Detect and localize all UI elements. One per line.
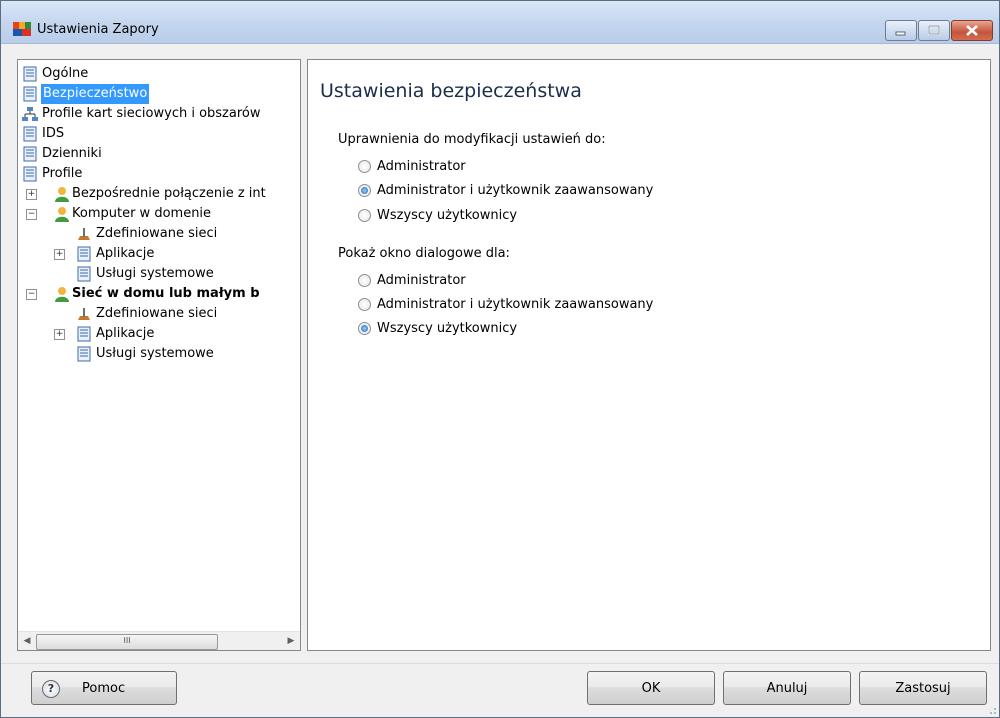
maximize-icon bbox=[928, 25, 940, 35]
close-button[interactable] bbox=[951, 20, 993, 41]
radio-button[interactable] bbox=[358, 273, 371, 287]
document-icon bbox=[23, 166, 37, 182]
collapse-toggle[interactable]: − bbox=[26, 209, 37, 220]
horizontal-scrollbar[interactable]: ◀ III ▶ bbox=[18, 631, 300, 650]
scrollbar-thumb[interactable]: III bbox=[36, 634, 218, 650]
modify-radio-all-users[interactable]: Wszyscy użytkownicy bbox=[358, 205, 517, 225]
document-icon bbox=[23, 146, 37, 162]
scroll-right-icon[interactable]: ▶ bbox=[282, 632, 300, 650]
modify-permissions-label: Uprawnienia do modyfikacji ustawień do: bbox=[338, 132, 606, 147]
document-icon bbox=[77, 246, 91, 262]
dialog-radio-administrator[interactable]: Administrator bbox=[358, 270, 466, 290]
modify-radio-admin-advanced[interactable]: Administrator i użytkownik zaawansowany bbox=[358, 180, 653, 200]
network-icon bbox=[22, 107, 38, 121]
document-icon bbox=[77, 346, 91, 362]
minimize-button[interactable] bbox=[885, 20, 917, 41]
avg-logo-icon bbox=[13, 22, 31, 36]
maximize-button[interactable] bbox=[918, 20, 950, 41]
panel-title: Ustawienia bezpieczeństwa bbox=[320, 80, 582, 102]
user-icon bbox=[55, 207, 69, 222]
dialog-radio-all-users[interactable]: Wszyscy użytkownicy bbox=[358, 318, 517, 338]
minimize-icon bbox=[895, 31, 906, 36]
close-icon bbox=[966, 25, 978, 36]
network-settings-icon bbox=[78, 308, 90, 320]
document-icon bbox=[23, 86, 37, 102]
expand-toggle[interactable]: + bbox=[54, 249, 65, 260]
expand-toggle[interactable]: + bbox=[54, 329, 65, 340]
apply-button[interactable]: Zastosuj bbox=[859, 671, 987, 705]
document-icon bbox=[77, 266, 91, 282]
scroll-left-icon[interactable]: ◀ bbox=[18, 632, 36, 650]
user-icon bbox=[55, 187, 69, 202]
settings-panel: Ustawienia bezpieczeństwa Uprawnienia do… bbox=[307, 59, 991, 651]
radio-button-selected[interactable] bbox=[358, 321, 371, 335]
collapse-toggle[interactable]: − bbox=[26, 289, 37, 300]
modify-radio-administrator[interactable]: Administrator bbox=[358, 156, 466, 176]
expand-toggle[interactable]: + bbox=[26, 189, 37, 200]
ok-button[interactable]: OK bbox=[587, 671, 715, 705]
resize-grip-icon[interactable] bbox=[987, 705, 997, 715]
title-bar[interactable]: Ustawienia Zapory bbox=[1, 1, 999, 44]
document-icon bbox=[23, 66, 37, 82]
settings-tree[interactable]: Ogólne Bezpieczeństwo Profile kart sieci… bbox=[17, 59, 301, 651]
radio-button-selected[interactable] bbox=[358, 183, 371, 197]
network-settings-icon bbox=[78, 228, 90, 240]
show-dialog-label: Pokaż okno dialogowe dla: bbox=[338, 246, 510, 261]
user-icon bbox=[55, 287, 69, 302]
help-button[interactable]: ? Pomoc bbox=[31, 671, 177, 705]
settings-window: Ustawienia Zapory Ogólne Bezpieczeństwo bbox=[0, 0, 1000, 718]
cancel-button[interactable]: Anuluj bbox=[723, 671, 851, 705]
dialog-radio-admin-advanced[interactable]: Administrator i użytkownik zaawansowany bbox=[358, 294, 653, 314]
radio-button[interactable] bbox=[358, 208, 371, 222]
radio-button[interactable] bbox=[358, 159, 371, 173]
help-icon: ? bbox=[42, 680, 60, 698]
document-icon bbox=[77, 326, 91, 342]
window-title: Ustawienia Zapory bbox=[37, 22, 159, 37]
radio-button[interactable] bbox=[358, 297, 371, 311]
footer-divider bbox=[1, 663, 999, 664]
document-icon bbox=[23, 126, 37, 142]
